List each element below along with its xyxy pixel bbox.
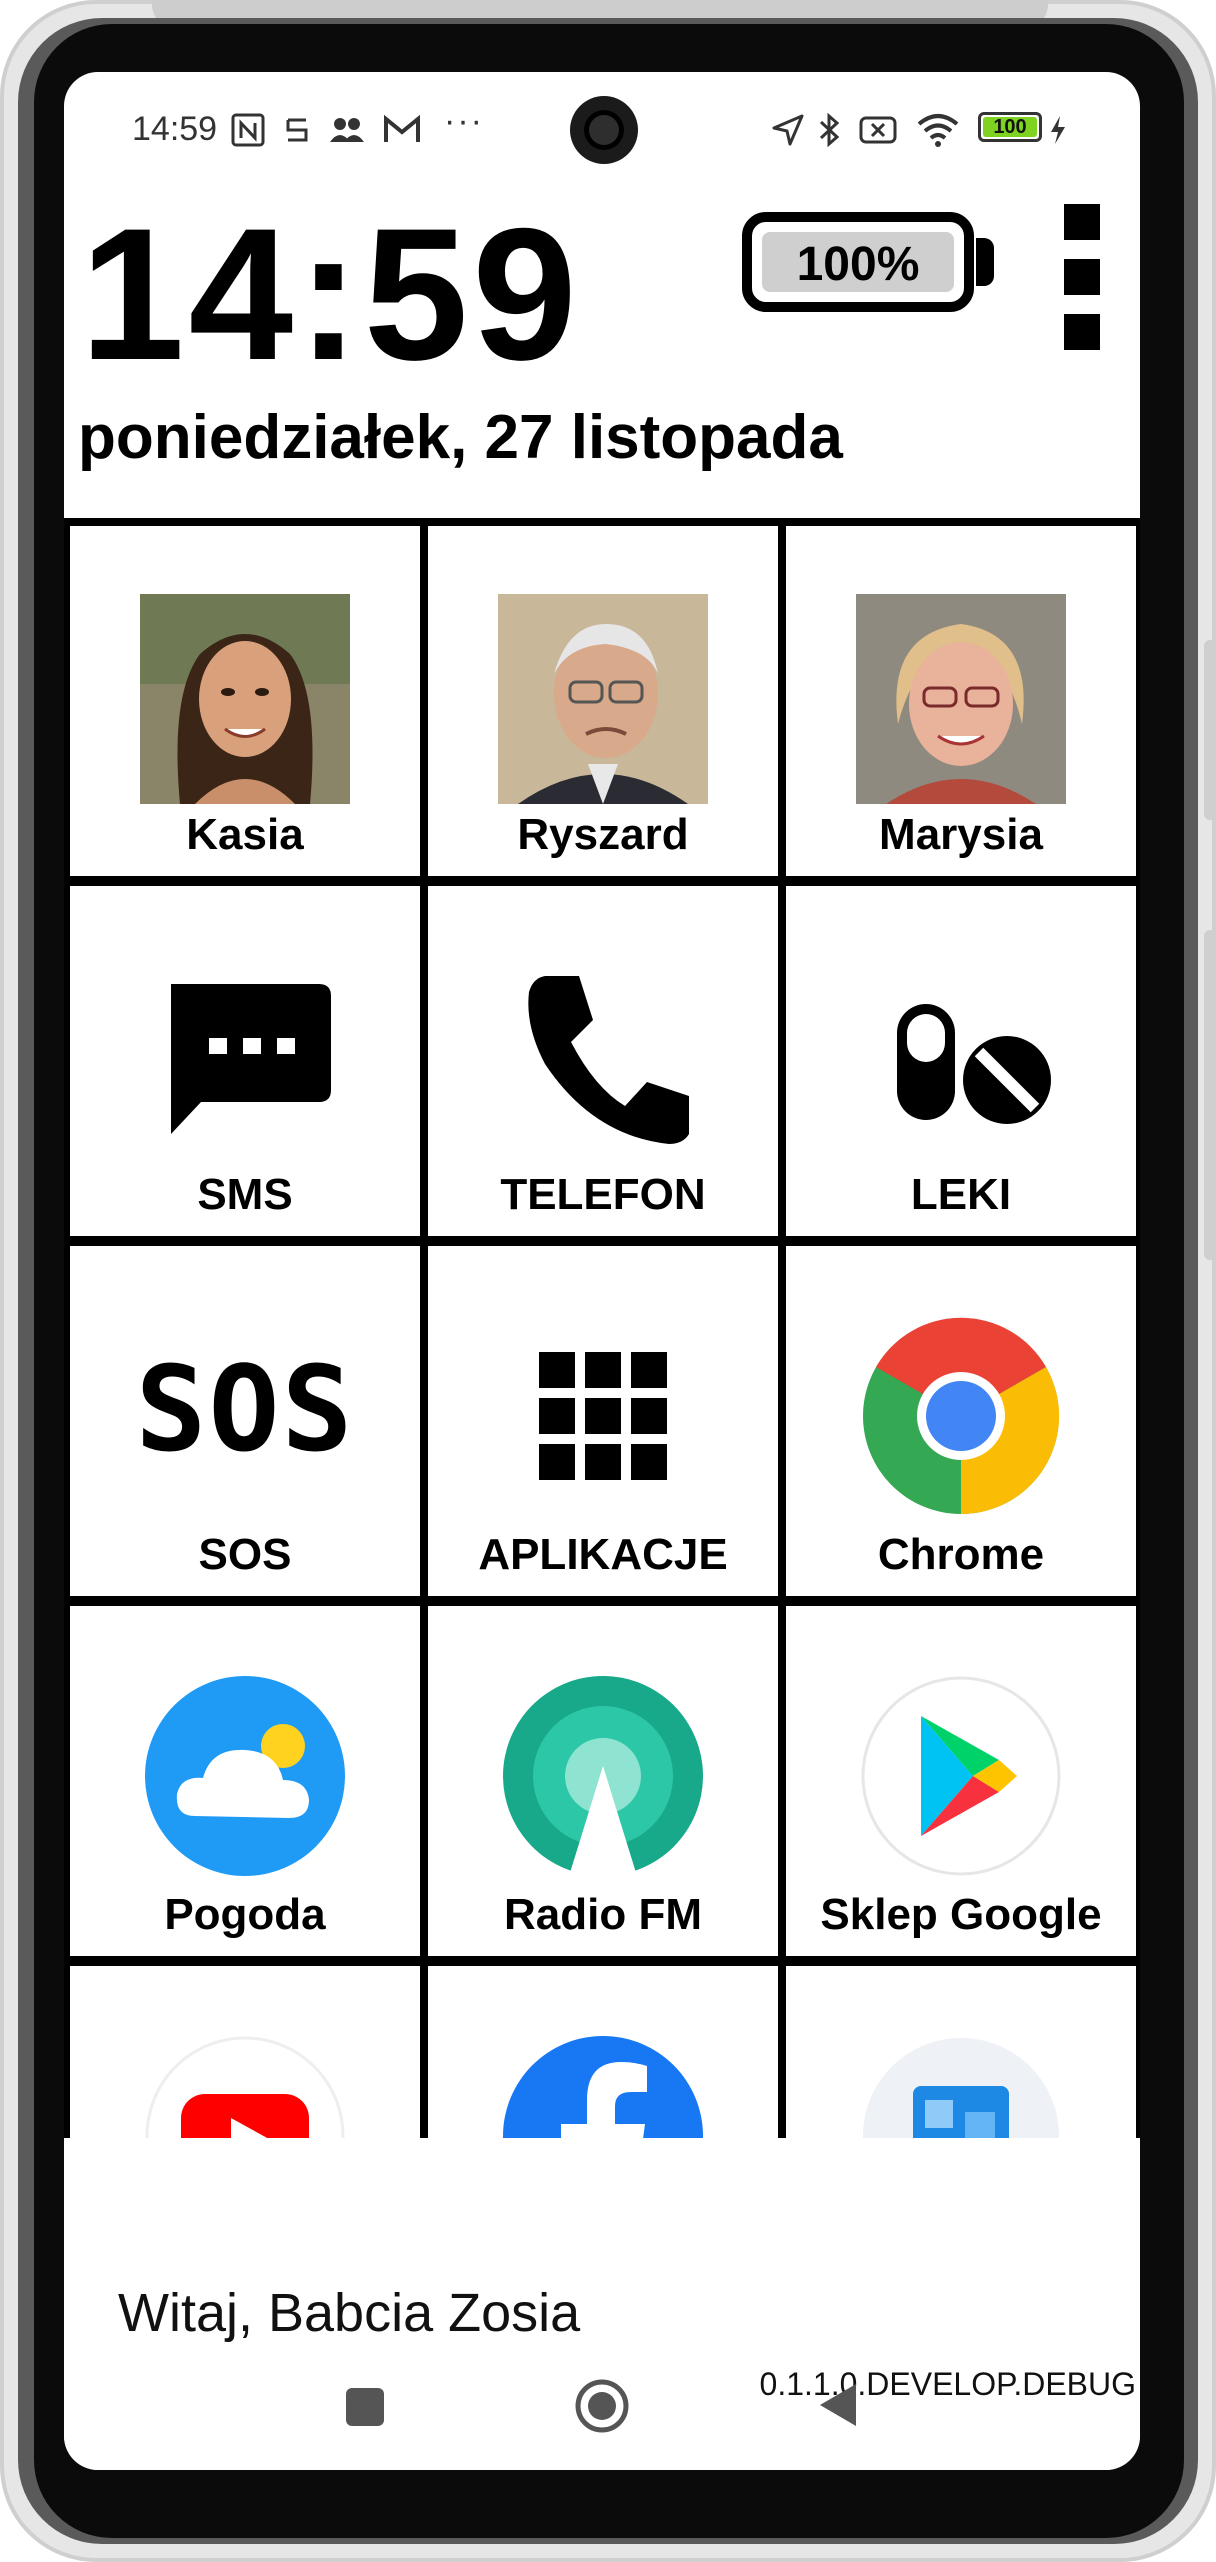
tile-label: APLIKACJE — [478, 1530, 728, 1579]
date-label: poniedziałek, 27 listopada — [78, 403, 843, 472]
front-camera — [570, 96, 638, 164]
mute-icon — [859, 116, 897, 144]
contact-tile-kasia[interactable]: Kasia — [70, 526, 420, 876]
contact-photo-ryszard — [498, 594, 708, 804]
chrome-icon — [863, 1317, 1060, 1515]
play-store-icon — [861, 1676, 1061, 1876]
menu-dot — [1064, 204, 1100, 240]
tile-label: SMS — [197, 1170, 293, 1219]
tile-label: Ryszard — [517, 810, 689, 859]
youtube-tile[interactable] — [70, 1966, 420, 2138]
contact-photo-kasia — [140, 594, 350, 804]
apps-tile[interactable]: APLIKACJE — [428, 1246, 778, 1596]
pills-tile[interactable]: LEKI — [786, 886, 1136, 1236]
menu-dot — [1064, 314, 1100, 350]
charging-icon — [1051, 116, 1065, 144]
home-button[interactable] — [574, 2378, 630, 2434]
tile-label: TELEFON — [500, 1170, 706, 1219]
status-bar: 14:59 ··· 100 — [64, 72, 1140, 182]
battery-icon: 100 — [978, 112, 1042, 142]
contact-tile-marysia[interactable]: Marysia — [786, 526, 1136, 876]
facebook-icon — [503, 2036, 703, 2138]
menu-dot — [1064, 259, 1100, 295]
battery-label: 100% — [796, 238, 920, 291]
nfc-icon — [231, 113, 265, 147]
contacts-icon — [330, 118, 364, 142]
phone-icon — [528, 976, 689, 1144]
screen: 14:59 ··· 100 14:59 poniedziałek, 27 lis… — [64, 72, 1140, 2470]
radio-tile[interactable]: Radio FM — [428, 1606, 778, 1956]
greeting-text: Witaj, Babcia Zosia — [118, 2283, 581, 2343]
sos-tile[interactable]: SOS SOS — [70, 1246, 420, 1596]
gmail-icon — [384, 114, 420, 142]
tile-label: SOS — [198, 1530, 292, 1579]
bluetooth-icon — [819, 112, 840, 148]
tile-label: Pogoda — [164, 1890, 326, 1939]
tile-label: Chrome — [877, 1530, 1045, 1579]
tile-label: Kasia — [186, 810, 304, 859]
phone-tile[interactable]: TELEFON — [428, 886, 778, 1236]
status-time: 14:59 — [132, 110, 218, 148]
app-tile[interactable] — [786, 1966, 1136, 2138]
contact-photo-marysia — [856, 594, 1066, 804]
app-icon — [863, 2038, 1059, 2138]
sim-icon — [286, 118, 308, 142]
big-clock: 14:59 — [80, 189, 581, 399]
contact-tile-ryszard[interactable]: Ryszard — [428, 526, 778, 876]
facebook-tile[interactable] — [428, 1966, 778, 2138]
sms-tile[interactable]: SMS — [70, 886, 420, 1236]
play-store-tile[interactable]: Sklep Google — [786, 1606, 1136, 1956]
weather-tile[interactable]: Pogoda — [70, 1606, 420, 1956]
battery-tip — [976, 238, 994, 286]
more-dots-icon: ··· — [444, 102, 484, 140]
chrome-tile[interactable]: Chrome — [786, 1246, 1136, 1596]
youtube-icon — [145, 2036, 345, 2138]
tile-label: Radio FM — [504, 1890, 702, 1939]
menu-button[interactable] — [1064, 204, 1100, 350]
tile-label: Sklep Google — [820, 1890, 1102, 1939]
volume-button — [1204, 640, 1216, 820]
wifi-icon — [917, 114, 959, 147]
apps-grid-icon — [539, 1352, 667, 1480]
pills-icon — [897, 1004, 1051, 1124]
back-button[interactable] — [816, 2380, 860, 2430]
location-icon — [772, 114, 804, 146]
tile-label: Marysia — [879, 810, 1043, 859]
sos-icon: SOS — [135, 1340, 355, 1478]
power-button — [1204, 930, 1216, 1260]
weather-icon — [145, 1676, 345, 1876]
sms-icon — [171, 984, 331, 1134]
radio-icon — [503, 1676, 703, 1876]
tile-grid: Kasia Ryszard Marysia SMS TELEFON LEKI S… — [64, 518, 1140, 2138]
battery-indicator: 100% — [742, 212, 974, 312]
status-battery-level: 100 — [993, 116, 1027, 138]
recents-button[interactable] — [346, 2388, 384, 2426]
tile-label: LEKI — [910, 1170, 1012, 1219]
